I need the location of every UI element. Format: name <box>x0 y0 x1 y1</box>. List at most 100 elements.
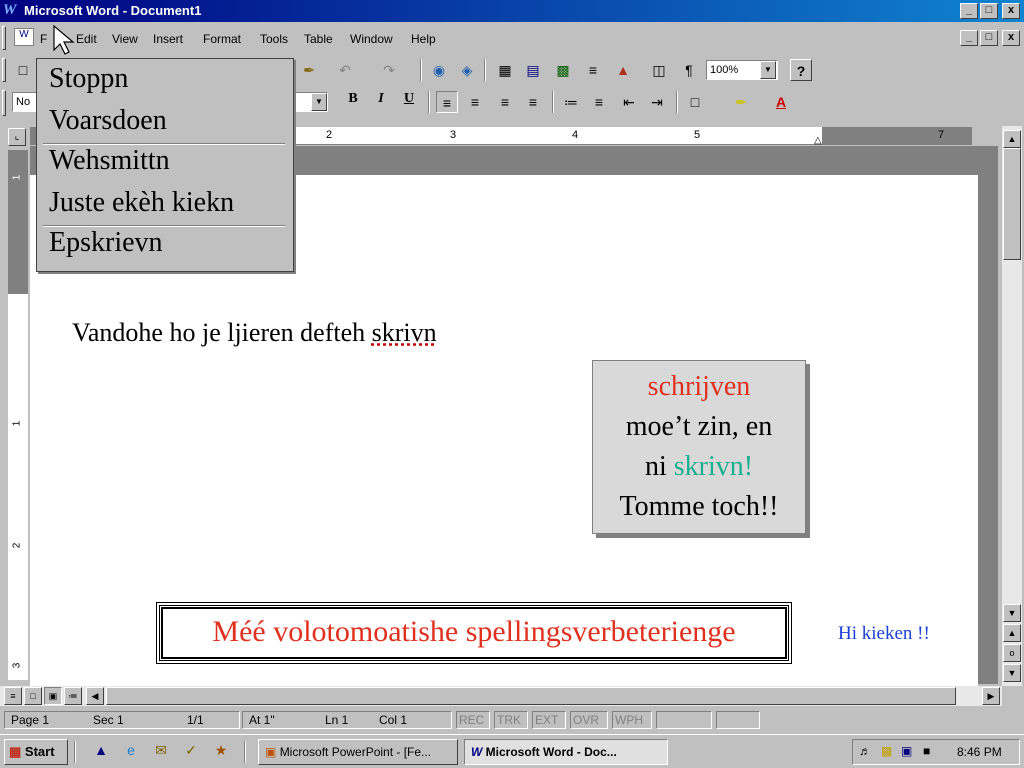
display-icon[interactable]: ■ <box>923 744 930 758</box>
doc-restore-button[interactable]: □ <box>980 30 998 46</box>
borders-icon[interactable]: □ <box>684 91 706 113</box>
task-powerpoint[interactable]: ▣ Microsoft PowerPoint - [Fe... <box>258 739 458 765</box>
volume-icon[interactable]: ♬ <box>859 744 871 758</box>
menu-format[interactable]: Format <box>203 32 241 46</box>
scroll-right-button[interactable]: ▶ <box>982 687 1000 705</box>
status-ext[interactable]: EXT <box>532 711 566 729</box>
chevron-down-icon[interactable]: ▼ <box>311 93 327 111</box>
minimize-button[interactable]: _ <box>960 3 978 19</box>
menu-table[interactable]: Table <box>304 32 333 46</box>
status-rec[interactable]: REC <box>456 711 490 729</box>
next-page-button[interactable]: ▼ <box>1003 664 1021 682</box>
menu-item-stoppn[interactable]: Stoppn <box>49 63 128 95</box>
channels-icon[interactable]: ✓ <box>180 739 202 761</box>
windows-logo-icon: ▦ <box>9 744 22 759</box>
misspelled-word[interactable]: skrivn <box>372 318 437 347</box>
previous-page-button[interactable]: ▲ <box>1003 624 1021 642</box>
system-tray: ♬ ▩ ▣ ■ 8:46 PM <box>852 739 1020 765</box>
redo-icon[interactable]: ↷ <box>378 59 400 81</box>
menu-tools[interactable]: Tools <box>260 32 288 46</box>
status-position: Page 1 Sec 1 1/1 <box>4 711 240 729</box>
document-map-icon[interactable]: ◫ <box>648 59 670 81</box>
insert-table-icon[interactable]: ▤ <box>522 59 544 81</box>
start-label: Start <box>24 744 55 759</box>
menu-window[interactable]: Window <box>350 32 393 46</box>
outline-view-icon[interactable]: ≔ <box>64 687 82 705</box>
chevron-down-icon[interactable]: ▼ <box>760 61 776 79</box>
drawing-icon[interactable]: ▲ <box>612 59 634 81</box>
callout-text-part: ni <box>644 451 674 482</box>
document-icon[interactable]: W <box>14 28 34 46</box>
title-bar: W Microsoft Word - Document1 _ □ x <box>0 0 1024 22</box>
keyboard-icon[interactable]: ▩ <box>881 744 892 758</box>
bullets-icon[interactable]: ≡ <box>588 91 610 113</box>
scroll-left-button[interactable]: ◀ <box>86 687 104 705</box>
scroll-thumb[interactable] <box>1003 148 1021 260</box>
menu-item-epskrievn[interactable]: Epskrievn <box>49 227 163 259</box>
show-desktop-icon[interactable]: ▲ <box>90 739 112 761</box>
menu-help[interactable]: Help <box>411 32 436 46</box>
maximize-button[interactable]: □ <box>980 3 998 19</box>
side-note: Hi kieken !! <box>838 623 930 644</box>
quick-launch-icon[interactable]: ★ <box>210 739 232 761</box>
justify-icon[interactable]: ≡ <box>522 91 544 113</box>
vertical-ruler[interactable]: 1 1 2 3 <box>8 150 28 680</box>
select-browse-object-button[interactable]: o <box>1003 644 1021 662</box>
numbering-icon[interactable]: ≔ <box>560 91 582 113</box>
scroll-down-button[interactable]: ▼ <box>1003 604 1021 622</box>
align-right-icon[interactable]: ≡ <box>494 91 516 113</box>
doc-close-button[interactable]: x <box>1002 30 1020 46</box>
menu-bar: W F Edit View Insert Format Tools Table … <box>0 22 1024 54</box>
status-wph[interactable]: WPH <box>612 711 652 729</box>
print-layout-icon[interactable]: ▣ <box>44 687 62 705</box>
font-color-icon[interactable]: A <box>770 91 792 113</box>
insert-excel-icon[interactable]: ▩ <box>552 59 574 81</box>
web-toolbar-icon[interactable]: ◉ <box>428 59 450 81</box>
menu-insert[interactable]: Insert <box>153 32 183 46</box>
columns-icon[interactable]: ≡ <box>582 59 604 81</box>
close-button[interactable]: x <box>1002 3 1020 19</box>
bold-button[interactable]: B <box>342 91 364 113</box>
internet-explorer-icon[interactable]: e <box>120 739 142 761</box>
network-icon[interactable]: ▣ <box>901 744 912 758</box>
menu-item-juste-ekeh-kiekn[interactable]: Juste ekèh kiekn <box>49 187 234 219</box>
format-painter-icon[interactable]: ✒ <box>298 59 320 81</box>
web-layout-icon[interactable]: □ <box>24 687 42 705</box>
word-icon[interactable]: W <box>3 2 21 20</box>
increase-indent-icon[interactable]: ⇥ <box>646 91 668 113</box>
outlook-icon[interactable]: ✉ <box>150 739 172 761</box>
highlight-icon[interactable]: ✒ <box>730 91 752 113</box>
menu-item-wehsmittn[interactable]: Wehsmittn <box>49 145 170 177</box>
menu-view[interactable]: View <box>112 32 138 46</box>
body-text[interactable]: Vandohe ho je ljieren defteh skrivn <box>72 318 437 348</box>
menu-item-voarsdoen[interactable]: Voarsdoen <box>49 105 167 137</box>
tables-borders-icon[interactable]: ▦ <box>494 59 516 81</box>
new-document-icon[interactable]: □ <box>12 59 34 81</box>
caption-box: Méé volotomoatishe spellingsverbeterieng… <box>156 602 792 664</box>
file-menu-dropdown: Stoppn Voarsdoen Wehsmittn Juste ekèh ki… <box>36 58 294 272</box>
decrease-indent-icon[interactable]: ⇤ <box>618 91 640 113</box>
underline-button[interactable]: U <box>398 91 420 113</box>
undo-icon[interactable]: ↶ <box>334 59 356 81</box>
scroll-up-button[interactable]: ▲ <box>1003 130 1021 148</box>
start-button[interactable]: ▦ Start <box>4 739 68 765</box>
menu-file[interactable]: F <box>40 32 47 46</box>
status-ovr[interactable]: OVR <box>570 711 608 729</box>
task-word[interactable]: W Microsoft Word - Doc... <box>464 739 668 765</box>
help-icon[interactable]: ? <box>790 59 812 81</box>
clock[interactable]: 8:46 PM <box>957 745 1002 759</box>
tab-stop-selector[interactable]: ⌞ <box>8 128 26 146</box>
italic-button[interactable]: I <box>370 91 392 113</box>
normal-view-icon[interactable]: ≡ <box>4 687 22 705</box>
right-indent-marker[interactable]: △ <box>814 135 822 146</box>
hyperlink-icon[interactable]: ◈ <box>456 59 478 81</box>
horizontal-scroll-thumb[interactable] <box>106 687 956 705</box>
ruler-number: 4 <box>572 129 579 141</box>
align-left-icon[interactable]: ≡ <box>436 91 458 113</box>
show-hide-icon[interactable]: ¶ <box>678 59 700 81</box>
toolbar-separator <box>552 91 554 113</box>
status-trk[interactable]: TRK <box>494 711 528 729</box>
doc-minimize-button[interactable]: _ <box>960 30 978 46</box>
align-center-icon[interactable]: ≡ <box>464 91 486 113</box>
ruler-number: 3 <box>11 662 23 669</box>
